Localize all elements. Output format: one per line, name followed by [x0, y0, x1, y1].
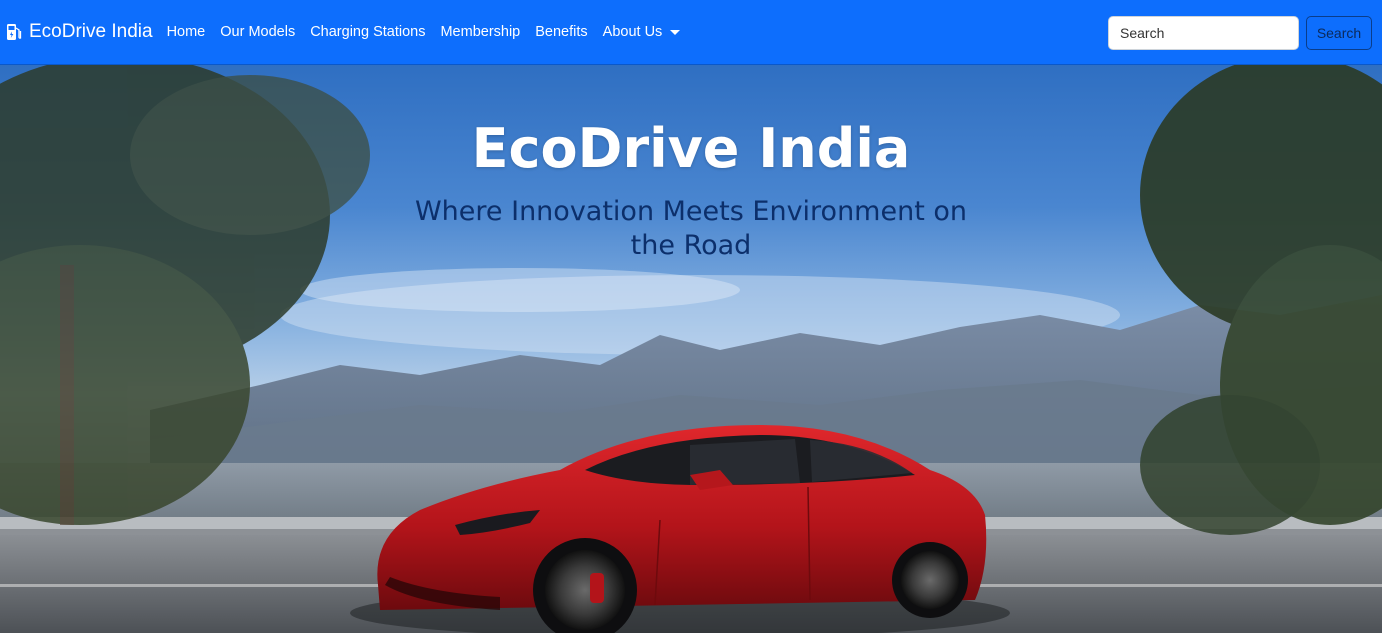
- caret-down-icon: [670, 29, 681, 35]
- search-form: Search: [1108, 16, 1372, 50]
- nav-charging-stations[interactable]: Charging Stations: [310, 24, 425, 40]
- hero-section: EcoDrive India Where Innovation Meets En…: [0, 65, 1382, 633]
- hero-title: EcoDrive India: [471, 117, 911, 180]
- top-navbar: EcoDrive India Home Our Models Charging …: [0, 0, 1382, 65]
- search-input[interactable]: [1108, 16, 1299, 50]
- ev-charger-icon: [7, 24, 22, 40]
- nav-about-us-dropdown[interactable]: About Us: [603, 24, 681, 40]
- nav-membership[interactable]: Membership: [440, 24, 520, 40]
- search-button[interactable]: Search: [1306, 16, 1372, 50]
- nav-about-us-label: About Us: [602, 24, 663, 40]
- nav-our-models[interactable]: Our Models: [220, 24, 295, 40]
- nav-benefits[interactable]: Benefits: [535, 24, 587, 40]
- nav-home[interactable]: Home: [167, 24, 206, 40]
- nav-links: Home Our Models Charging Stations Member…: [167, 24, 696, 40]
- brand-link[interactable]: EcoDrive India: [6, 21, 153, 43]
- brand-name: EcoDrive India: [29, 21, 153, 42]
- hero-subtitle: Where Innovation Meets Environment on th…: [414, 196, 968, 261]
